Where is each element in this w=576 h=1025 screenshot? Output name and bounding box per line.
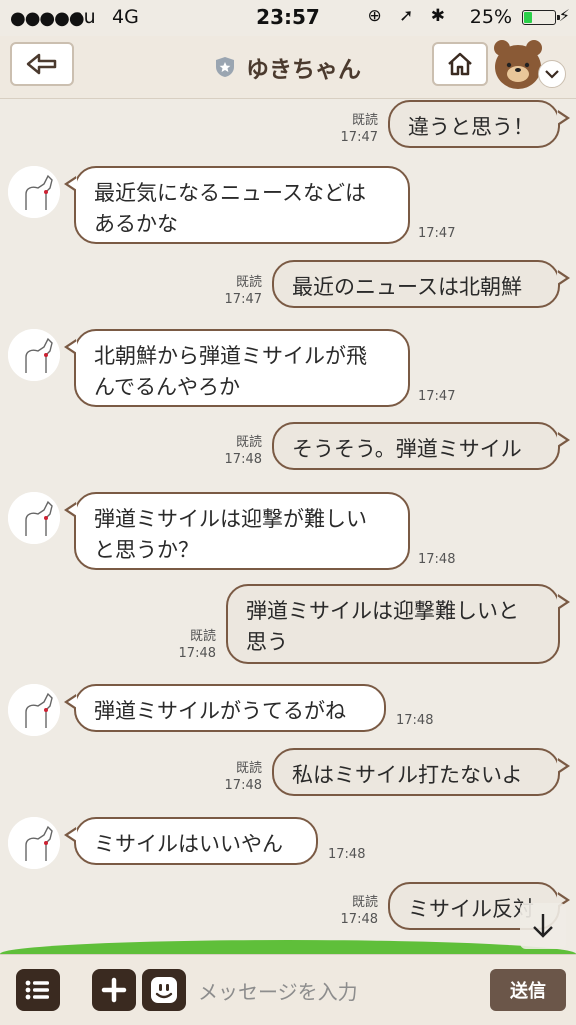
message-meta: 既読 17:48 bbox=[336, 894, 378, 928]
send-button[interactable]: 送信 bbox=[490, 969, 566, 1011]
message-text: 私はミサイル打たないよ bbox=[292, 763, 523, 787]
dog-avatar-icon bbox=[8, 684, 60, 736]
message-list[interactable]: 既読 17:47 違うと思う！ 最近気になるニュースなどは あるかな 17:47… bbox=[0, 98, 576, 950]
message-time: 17:47 bbox=[418, 226, 456, 241]
read-receipt: 既読 bbox=[189, 629, 216, 644]
battery-percent: 25% bbox=[469, 6, 512, 28]
message-time: 17:47 bbox=[224, 292, 262, 307]
contact-avatar[interactable] bbox=[8, 684, 60, 736]
battery-icon bbox=[522, 10, 560, 25]
message-time: 17:48 bbox=[340, 912, 378, 927]
message-text: 弾道ミサイルがうてるがね bbox=[94, 699, 346, 723]
contact-avatar[interactable] bbox=[8, 817, 60, 869]
message-text: ミサイルはいいやん bbox=[94, 832, 283, 856]
outgoing-message[interactable]: 最近のニュースは北朝鮮 bbox=[272, 260, 570, 308]
contact-avatar[interactable] bbox=[8, 492, 60, 544]
dog-avatar-icon bbox=[8, 492, 60, 544]
outgoing-message[interactable]: 違うと思う！ bbox=[388, 100, 570, 148]
menu-button[interactable] bbox=[16, 969, 60, 1011]
contact-avatar[interactable] bbox=[8, 329, 60, 381]
bear-avatar-icon[interactable] bbox=[492, 38, 544, 92]
home-button[interactable] bbox=[432, 42, 488, 86]
home-icon bbox=[448, 52, 472, 76]
incoming-message[interactable]: 弾道ミサイルは迎撃が難しい と思うか？ bbox=[64, 492, 410, 570]
message-text: 最近気になるニュースなどは bbox=[94, 181, 366, 205]
message-meta: 既読 17:48 bbox=[220, 434, 262, 468]
read-receipt: 既読 bbox=[235, 761, 262, 776]
message-text: そうそう。弾道ミサイル bbox=[292, 437, 522, 461]
message-time: 17:48 bbox=[418, 552, 456, 567]
dog-avatar-icon bbox=[8, 817, 60, 869]
sticker-button[interactable] bbox=[142, 969, 186, 1011]
outgoing-message[interactable]: 弾道ミサイルは迎撃難しいと 思う bbox=[226, 584, 570, 664]
message-text: あるかな bbox=[94, 212, 178, 236]
smiley-icon bbox=[151, 977, 177, 1003]
chat-header: ゆきちゃん bbox=[0, 36, 576, 99]
message-meta: 既読 17:47 bbox=[336, 112, 378, 146]
arrow-down-icon bbox=[533, 914, 553, 938]
read-receipt: 既読 bbox=[235, 275, 262, 290]
message-text: 弾道ミサイルは迎撃が難しい bbox=[94, 507, 367, 531]
message-time: 17:48 bbox=[224, 778, 262, 793]
message-meta: 既読 17:48 bbox=[174, 628, 216, 662]
menu-list-icon bbox=[25, 980, 49, 1000]
message-time: 17:48 bbox=[396, 713, 434, 728]
read-receipt: 既読 bbox=[235, 435, 262, 450]
message-text: と思うか？ bbox=[94, 538, 199, 562]
message-time: 17:48 bbox=[178, 646, 216, 661]
scroll-to-bottom-button[interactable] bbox=[520, 903, 566, 949]
message-input[interactable] bbox=[196, 975, 480, 1009]
contact-avatar[interactable] bbox=[8, 166, 60, 218]
favorite-toggle[interactable] bbox=[538, 60, 566, 88]
read-receipt: 既読 bbox=[351, 113, 378, 128]
message-time: 17:48 bbox=[224, 452, 262, 467]
chat-title-area: ゆきちゃん bbox=[0, 50, 576, 84]
message-text: 最近のニュースは北朝鮮 bbox=[292, 275, 522, 299]
message-text: 弾道ミサイルは迎撃難しいと bbox=[246, 599, 519, 623]
add-button[interactable] bbox=[92, 969, 136, 1011]
outgoing-message[interactable]: 私はミサイル打たないよ bbox=[272, 748, 570, 796]
status-bar: ●●●●● au 4G 23:57 ⊕ ➚ ✱ 25% ⚡ bbox=[0, 0, 576, 36]
read-receipt: 既読 bbox=[351, 895, 378, 910]
status-icons: ⊕ ➚ ✱ bbox=[367, 6, 451, 26]
message-text: 北朝鮮から弾道ミサイルが飛 bbox=[94, 344, 367, 368]
charging-icon: ⚡ bbox=[558, 6, 570, 25]
message-text: 思う bbox=[246, 630, 288, 654]
dog-avatar-icon bbox=[8, 166, 60, 218]
message-time: 17:47 bbox=[340, 130, 378, 145]
message-meta: 既読 17:48 bbox=[220, 760, 262, 794]
incoming-message[interactable]: 弾道ミサイルがうてるがね bbox=[64, 684, 386, 732]
message-time: 17:47 bbox=[418, 389, 456, 404]
shield-star-icon bbox=[215, 57, 234, 77]
dog-avatar-icon bbox=[8, 329, 60, 381]
message-text: 違うと思う！ bbox=[408, 115, 534, 139]
message-text: んでるんやろか bbox=[94, 375, 240, 399]
chat-title[interactable]: ゆきちゃん bbox=[246, 57, 361, 83]
incoming-message[interactable]: ミサイルはいいやん bbox=[64, 817, 318, 865]
message-time: 17:48 bbox=[328, 847, 366, 862]
plus-icon bbox=[101, 977, 127, 1003]
heart-chevron-icon bbox=[545, 70, 559, 79]
message-meta: 既読 17:47 bbox=[220, 274, 262, 308]
incoming-message[interactable]: 最近気になるニュースなどは あるかな bbox=[64, 166, 410, 244]
outgoing-message[interactable]: そうそう。弾道ミサイル bbox=[272, 422, 570, 470]
input-bar: 送信 bbox=[0, 954, 576, 1025]
incoming-message[interactable]: 北朝鮮から弾道ミサイルが飛 んでるんやろか bbox=[64, 329, 410, 407]
